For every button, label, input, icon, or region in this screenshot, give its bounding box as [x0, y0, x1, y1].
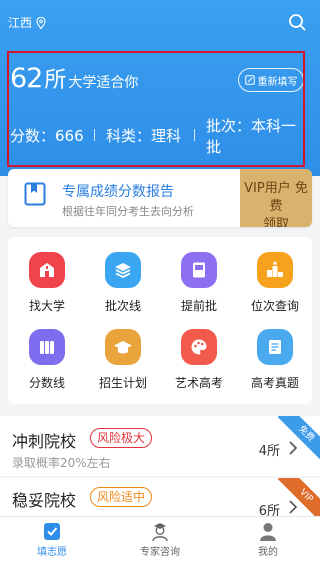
tab-fill-application[interactable]: 填志愿 — [12, 520, 92, 558]
vip-free-claim-button[interactable]: VIP用户 免费 领取 — [240, 169, 312, 227]
grid-label: 招生计划 — [98, 376, 147, 390]
tab-label: 我的 — [258, 547, 278, 558]
top-bar: 江西 — [0, 0, 320, 44]
grid-item-find-university[interactable]: 找大学 — [12, 252, 82, 314]
risk-badge: 风险适中 — [90, 487, 153, 507]
grid-item-past-exams[interactable]: 高考真题 — [240, 329, 310, 391]
highlight-box — [7, 51, 305, 167]
tab-mine[interactable]: 我的 — [228, 520, 308, 558]
scroll-icon — [257, 329, 293, 365]
card-title: 稳妥院校 — [12, 491, 77, 510]
book-icon — [181, 252, 217, 288]
grid-label: 高考真题 — [250, 376, 299, 390]
school-icon — [29, 252, 65, 288]
location-selector[interactable]: 江西 — [8, 14, 46, 31]
report-subtitle: 根据往年同分考生去向分析 — [62, 205, 194, 218]
grid-item-rank-query[interactable]: 位次查询 — [240, 252, 310, 314]
sprint-schools-card[interactable]: 冲刺院校 风险极大 录取概率20%左右 4所 免费 — [0, 416, 320, 476]
vip-line-1: VIP用户 免费 — [244, 181, 308, 214]
grid-item-score-line[interactable]: 分数线 — [12, 329, 82, 391]
vip-line-2: 领取 — [262, 217, 289, 227]
grid-label: 分数线 — [28, 376, 65, 390]
tab-label: 专家咨询 — [140, 547, 180, 558]
chevron-right-icon — [289, 441, 298, 455]
vip-ribbon: VIP — [277, 478, 320, 516]
free-ribbon: 免费 — [277, 416, 320, 463]
report-title: 专属成绩分数报告 — [62, 184, 174, 200]
checklist-icon — [44, 523, 60, 540]
location-pin-icon — [36, 16, 46, 29]
card-subtitle: 录取概率20%左右 — [12, 456, 111, 470]
podium-icon — [257, 252, 293, 288]
bottom-tab-bar: 填志愿 专家咨询 我的 — [0, 516, 320, 561]
grid-item-batch-line[interactable]: 批次线 — [88, 252, 158, 314]
tab-expert-consult[interactable]: 专家咨询 — [120, 520, 200, 558]
chevron-right-icon — [289, 500, 298, 514]
search-icon[interactable] — [288, 13, 306, 31]
grid-item-enrollment-plan[interactable]: 招生计划 — [88, 329, 158, 391]
columns-icon — [29, 329, 65, 365]
score-report-card[interactable]: 专属成绩分数报告 根据往年同分考生去向分析 VIP用户 免费 领取 — [8, 169, 312, 227]
grid-label: 艺术高考 — [174, 376, 223, 390]
school-count: 6所 — [258, 504, 280, 516]
risk-badge: 风险极大 — [90, 428, 153, 448]
tab-label: 填志愿 — [37, 547, 67, 558]
feature-grid: 找大学 批次线 提前批 位次查询 分数线 招生计划 艺术高考 高考真题 — [8, 237, 312, 404]
safe-schools-card[interactable]: 稳妥院校 风险适中 6所 VIP — [0, 478, 320, 516]
location-label: 江西 — [8, 16, 33, 30]
grid-label: 提前批 — [180, 299, 217, 313]
palette-icon — [181, 329, 217, 365]
grid-label: 位次查询 — [250, 299, 299, 313]
layers-icon — [105, 252, 141, 288]
card-title: 冲刺院校 — [12, 432, 77, 451]
user-icon — [260, 523, 276, 541]
grid-label: 找大学 — [28, 299, 65, 313]
school-count: 4所 — [258, 444, 280, 459]
grid-label: 批次线 — [104, 299, 141, 313]
expert-icon — [152, 523, 168, 542]
bookmark-report-icon — [24, 182, 46, 206]
grid-item-early-batch[interactable]: 提前批 — [164, 252, 234, 314]
grid-item-art-exam[interactable]: 艺术高考 — [164, 329, 234, 391]
graduation-cap-icon — [105, 329, 141, 365]
